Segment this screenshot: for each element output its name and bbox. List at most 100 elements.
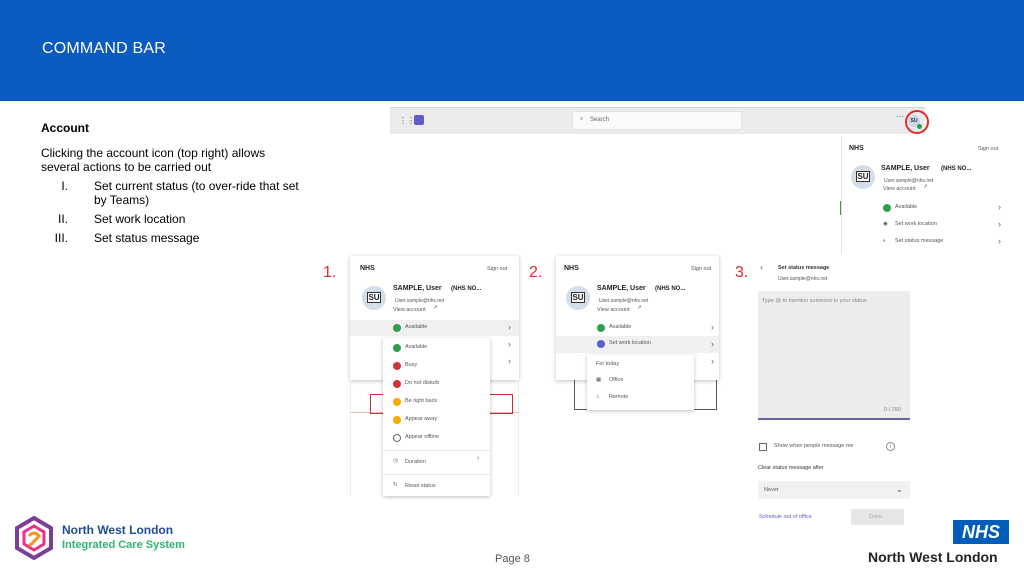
user-initials: SU: [571, 292, 585, 303]
status-option-brb[interactable]: Be right back: [405, 398, 437, 404]
user-email: User.sample@nhs.net: [599, 298, 649, 304]
building-icon: ▦: [596, 377, 602, 383]
back-chevron-icon[interactable]: ‹: [760, 262, 763, 272]
clear-after-value: Never: [764, 487, 779, 493]
view-account-link[interactable]: View account: [597, 307, 630, 313]
location-pin-icon: ◉: [883, 221, 888, 227]
user-org-tag: (NHS NO...: [655, 286, 686, 292]
busy-icon: [393, 362, 401, 370]
step-label-3: 3.: [735, 264, 749, 281]
org-label: NHS: [564, 265, 579, 272]
user-initials: SU: [856, 171, 870, 182]
set-work-location[interactable]: Set work location: [895, 221, 937, 227]
status-message-email: User.sample@nhs.net: [778, 276, 828, 282]
list-num-3: III.: [54, 231, 68, 245]
teams-logo-icon: [414, 115, 424, 125]
search-placeholder: Search: [590, 117, 610, 123]
footer-org-line1: North West London: [62, 523, 174, 537]
list-num-1: I.: [61, 179, 68, 193]
status-available[interactable]: Available: [609, 324, 631, 330]
chevron-right-icon: ›: [998, 236, 1001, 246]
user-name: SAMPLE, User: [597, 285, 646, 292]
clear-after-select[interactable]: [758, 481, 910, 499]
user-name: SAMPLE, User: [393, 285, 442, 292]
step-label-2: 2.: [529, 264, 543, 281]
chevron-right-icon: ›: [711, 322, 714, 332]
status-message-placeholder: Type @ to mention someone in your status: [762, 298, 867, 304]
page-number: Page 8: [495, 553, 530, 565]
list-item-status: Set current status (to over-ride that se…: [94, 179, 299, 207]
org-label: NHS: [360, 265, 375, 272]
appear-offline-icon: [393, 434, 401, 442]
list-item-message: Set status message: [94, 231, 200, 245]
done-button-label: Done: [869, 514, 883, 520]
set-work-location[interactable]: Set work location: [609, 340, 651, 346]
chevron-right-icon: ›: [998, 202, 1001, 212]
location-dropdown-header: For today: [596, 361, 620, 367]
nhs-logo: NHS: [953, 520, 1009, 544]
user-name: SAMPLE, User: [881, 165, 930, 172]
status-option-away[interactable]: Appear away: [405, 416, 437, 422]
intro-text: Clicking the account icon (top right) al…: [41, 146, 266, 174]
sign-out-link[interactable]: Sign out: [691, 266, 711, 272]
status-option-available[interactable]: Available: [405, 344, 427, 350]
status-option-offline[interactable]: Appear offline: [405, 434, 439, 440]
chevron-right-icon: ›: [477, 455, 480, 462]
chevron-right-icon: ›: [998, 219, 1001, 229]
status-option-busy[interactable]: Busy: [405, 362, 417, 368]
status-option-duration[interactable]: Duration: [405, 459, 426, 465]
user-org-tag: (NHS NO...: [451, 286, 482, 292]
status-message-icon: ◐: [883, 238, 887, 244]
nhs-region: North West London: [868, 549, 998, 565]
org-label: NHS: [849, 145, 864, 152]
chevron-right-icon: ›: [508, 322, 511, 332]
show-when-checkbox[interactable]: [759, 443, 767, 451]
section-heading: Account: [41, 121, 89, 135]
view-account-link[interactable]: View account: [393, 307, 426, 313]
slide: COMMAND BAR Account Clicking the account…: [0, 0, 1024, 576]
do-not-disturb-icon: [393, 380, 401, 388]
chevron-right-icon: ›: [711, 339, 714, 349]
set-status-message[interactable]: Set status message: [895, 238, 943, 244]
search-icon: ⌕: [580, 116, 584, 122]
clear-after-label: Clear status message after: [758, 465, 824, 471]
location-pin-icon: [597, 340, 605, 348]
account-card-top: [841, 136, 1012, 254]
sign-out-link[interactable]: Sign out: [978, 146, 998, 152]
more-options-icon[interactable]: ···: [896, 112, 904, 121]
available-icon: [393, 344, 401, 352]
available-icon: [883, 204, 891, 212]
status-option-dnd[interactable]: Do not disturb: [405, 380, 439, 386]
location-option-remote[interactable]: Remote: [609, 394, 628, 400]
nwl-ics-logo: [15, 516, 53, 560]
status-message-title: Set status message: [778, 265, 830, 271]
info-icon[interactable]: i: [886, 442, 895, 451]
chevron-right-icon: ›: [711, 356, 714, 366]
show-when-label: Show when people message me: [774, 443, 854, 449]
external-link-icon: ↗: [923, 184, 928, 190]
status-accent: [840, 201, 841, 215]
list-item-location: Set work location: [94, 212, 186, 226]
location-option-office[interactable]: Office: [609, 377, 623, 383]
menu-divider: [383, 450, 490, 451]
char-counter: 0 / 280: [884, 407, 901, 413]
slide-title: COMMAND BAR: [42, 40, 166, 57]
view-account-link[interactable]: View account: [883, 186, 916, 192]
sign-out-link[interactable]: Sign out: [487, 266, 507, 272]
chevron-down-icon: ⌄: [896, 485, 903, 494]
status-available[interactable]: Available: [405, 324, 427, 330]
status-available[interactable]: Available: [895, 204, 917, 210]
highlight-circle: [905, 110, 929, 134]
status-message-textarea[interactable]: [758, 291, 910, 420]
available-icon: [597, 324, 605, 332]
available-icon: [393, 324, 401, 332]
reset-icon: ↻: [393, 482, 398, 488]
step-label-1: 1.: [323, 264, 337, 281]
footer-org-line2: Integrated Care System: [62, 539, 185, 551]
home-icon: ⌂: [596, 394, 600, 400]
list-num-2: II.: [57, 212, 68, 226]
schedule-ooo-link[interactable]: Schedule out of office: [759, 514, 812, 520]
status-option-reset[interactable]: Reset status: [405, 483, 436, 489]
chevron-right-icon: ›: [508, 356, 511, 366]
external-link-icon: ↗: [637, 305, 642, 311]
